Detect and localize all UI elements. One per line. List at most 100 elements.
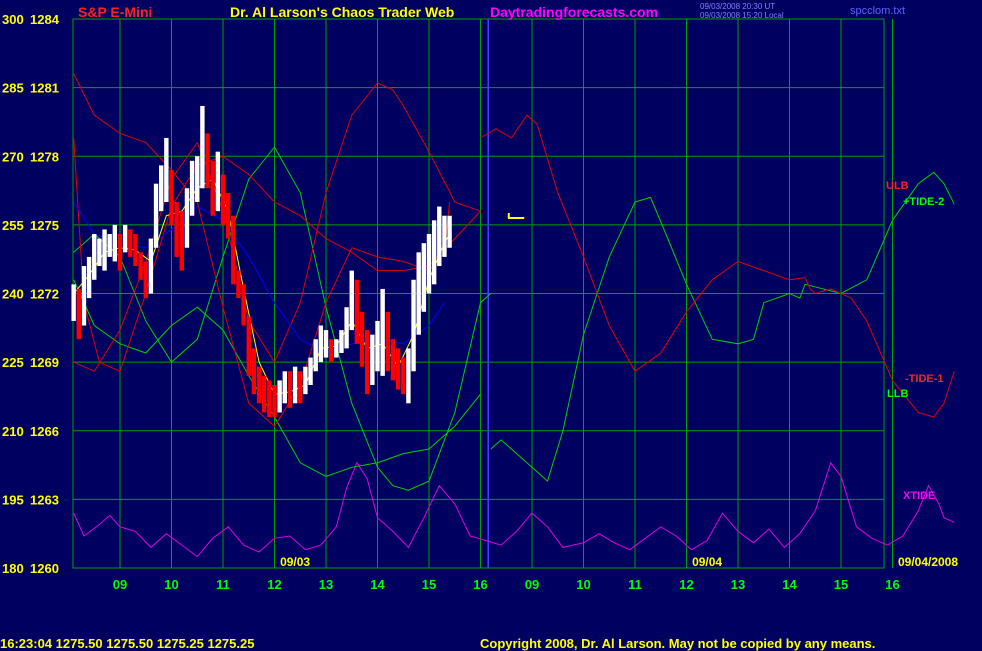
chart-background (0, 0, 982, 650)
y-tick-label-price: 1263 (30, 492, 59, 507)
price-bar (256, 366, 262, 404)
y-tick-label-left: 270 (2, 149, 24, 164)
price-bar (220, 174, 226, 225)
price-bar (241, 284, 246, 326)
price-bar (102, 229, 107, 271)
y-tick-label-price: 1266 (30, 424, 59, 439)
x-tick-label: 14 (370, 577, 385, 592)
price-bar (426, 234, 432, 294)
price-bar (231, 215, 236, 285)
x-tick-label: 16 (473, 577, 487, 592)
price-bar (236, 270, 241, 299)
price-bar (334, 339, 339, 358)
y-tick-label-price: 1275 (30, 218, 59, 233)
x-tick-label: 10 (576, 577, 590, 592)
price-bar (267, 380, 272, 418)
price-bar (323, 330, 329, 358)
x-tick-label: 10 (164, 577, 178, 592)
price-bar (97, 238, 102, 267)
legend-entry: LLB (887, 388, 908, 400)
price-bar (215, 151, 221, 212)
price-bar (195, 156, 200, 202)
price-bar (421, 243, 427, 312)
price-bar (92, 234, 97, 280)
price-bar (225, 192, 231, 239)
price-bar (112, 224, 118, 262)
price-bar (107, 234, 112, 257)
price-bar (179, 211, 184, 271)
x-tick-label: 14 (782, 577, 797, 592)
price-bar (164, 137, 169, 202)
price-bar (344, 307, 349, 349)
chart-svg: 300 1284 285 1281 270 1278 255 1275 240 1272 225 12… (0, 0, 982, 650)
x-tick-label: 15 (834, 577, 848, 592)
price-bar (380, 288, 385, 376)
price-bar (339, 330, 344, 353)
price-bar (200, 105, 205, 189)
price-bar (153, 183, 159, 248)
price-bar (298, 371, 303, 404)
price-bar (184, 188, 190, 248)
x-tick-label: 12 (679, 577, 693, 592)
price-bar (86, 256, 92, 299)
price-bar (282, 371, 287, 404)
price-bar (431, 220, 437, 285)
x-tick-label: 09 (113, 577, 127, 592)
price-bar (122, 224, 128, 253)
y-tick-label-left: 225 (2, 355, 24, 370)
price-bar (246, 316, 251, 376)
x-tick-label: 11 (216, 577, 230, 592)
price-bar (318, 325, 324, 363)
site-link[interactable]: Daytradingforecasts.com (490, 4, 658, 20)
instrument-title: S&P E-Mini (78, 4, 153, 20)
y-tick-label-left: 195 (2, 492, 24, 507)
price-bar (354, 279, 360, 344)
price-bar (411, 279, 416, 372)
date-label: 09/04/2008 (898, 555, 958, 569)
x-tick-label: 15 (422, 577, 436, 592)
legend-entry: -TIDE-1 (905, 373, 944, 385)
price-bar (313, 339, 318, 372)
price-bar (138, 252, 143, 280)
data-file-name: spcclom.txt (850, 5, 906, 17)
price-bar (71, 284, 76, 321)
price-bar (385, 311, 390, 372)
update-time-ut: 09/03/2008 20:30 UT (700, 2, 776, 11)
price-bar (401, 357, 406, 395)
price-bar (128, 229, 133, 257)
price-bar (76, 288, 81, 340)
price-bar (251, 348, 257, 395)
price-bar (210, 160, 215, 216)
price-bar (262, 375, 267, 413)
price-bar (365, 330, 370, 395)
y-tick-label-price: 1272 (30, 287, 59, 302)
x-tick-label: 16 (885, 577, 899, 592)
price-bar (174, 202, 179, 257)
price-bar (328, 339, 334, 363)
price-bar (148, 238, 154, 294)
page-title: Dr. Al Larson's Chaos Trader Web (230, 4, 455, 20)
price-bar (406, 348, 411, 404)
y-tick-label-left: 285 (2, 81, 24, 96)
price-bar (117, 234, 123, 271)
price-bar (416, 252, 421, 335)
date-label: 09/03 (280, 555, 310, 569)
y-tick-label-price: 1260 (30, 561, 59, 576)
price-bar (359, 311, 365, 367)
price-bar (272, 385, 277, 418)
y-tick-label-price: 1269 (30, 355, 59, 370)
update-time-local: 09/03/2008 15:20 Local (700, 11, 784, 20)
price-bar (133, 234, 138, 267)
price-bar (303, 366, 308, 395)
copyright-notice: Copyright 2008, Dr. Al Larson. May not b… (480, 636, 876, 651)
price-bar (442, 215, 447, 257)
legend-entry: XTIDE (903, 490, 935, 502)
y-tick-label-left: 300 (2, 12, 24, 27)
price-bar (375, 320, 380, 372)
price-bar (81, 266, 87, 326)
y-tick-label-left: 255 (2, 218, 24, 233)
y-tick-label-left: 240 (2, 287, 24, 302)
price-bar (447, 215, 452, 248)
price-bar (390, 339, 396, 381)
y-tick-label-left: 180 (2, 561, 24, 576)
